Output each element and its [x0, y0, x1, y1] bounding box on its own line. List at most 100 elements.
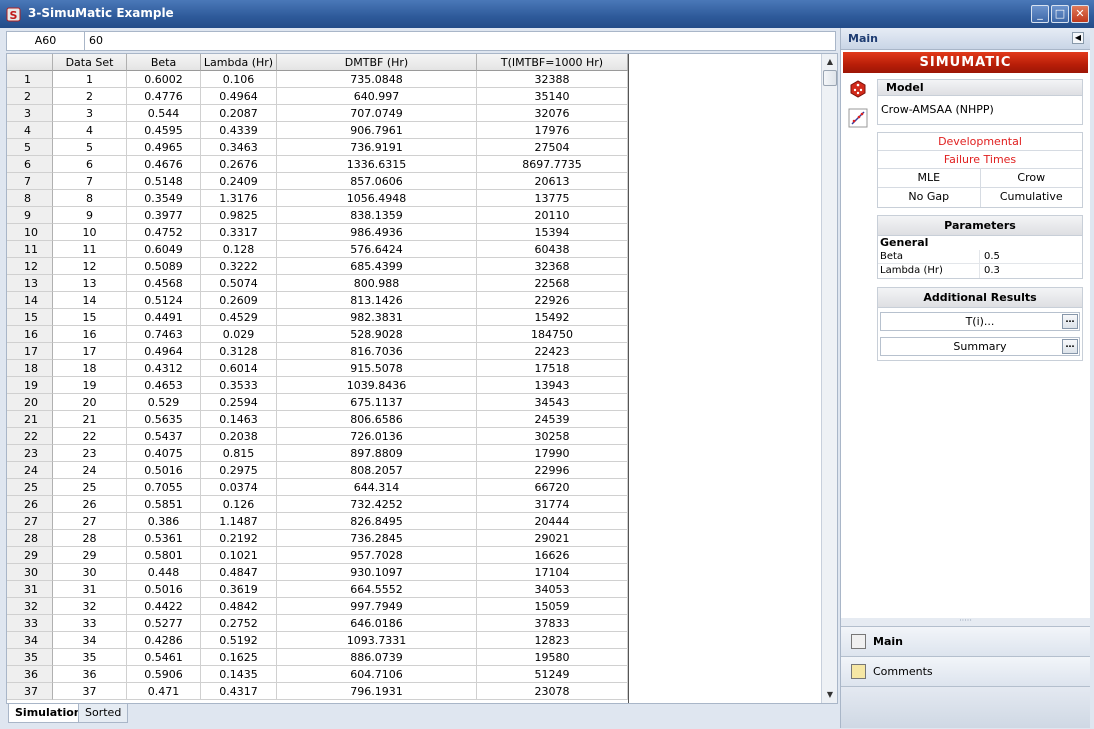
- grid-cell[interactable]: 0.4842: [201, 598, 277, 615]
- grid-cell[interactable]: 1.3176: [201, 190, 277, 207]
- tab-sorted[interactable]: Sorted: [78, 704, 129, 723]
- option-mle[interactable]: MLE: [878, 169, 980, 187]
- summary-field[interactable]: Summary …: [880, 337, 1080, 356]
- column-header[interactable]: Data Set: [53, 54, 127, 71]
- row-header[interactable]: 3: [7, 105, 53, 122]
- grid-cell[interactable]: 31774: [477, 496, 628, 513]
- grid-cell[interactable]: 27504: [477, 139, 628, 156]
- grid-cell[interactable]: 0.9825: [201, 207, 277, 224]
- grid-cell[interactable]: 4: [53, 122, 127, 139]
- row-header[interactable]: 20: [7, 394, 53, 411]
- grid-cell[interactable]: 0.4317: [201, 683, 277, 700]
- grid-cell[interactable]: 19: [53, 377, 127, 394]
- row-header[interactable]: 11: [7, 241, 53, 258]
- grid-cell[interactable]: 0.4595: [127, 122, 201, 139]
- row-header[interactable]: 5: [7, 139, 53, 156]
- row-header[interactable]: 16: [7, 326, 53, 343]
- option-crow[interactable]: Crow: [979, 169, 1083, 187]
- row-header[interactable]: 21: [7, 411, 53, 428]
- grid-cell[interactable]: 0.5074: [201, 275, 277, 292]
- grid-cell[interactable]: 0.5277: [127, 615, 201, 632]
- collapse-panel-icon[interactable]: ◀: [1072, 32, 1084, 44]
- scroll-down-icon[interactable]: ▼: [825, 690, 835, 700]
- grid-cell[interactable]: 0.6049: [127, 241, 201, 258]
- grid-cell[interactable]: 6: [53, 156, 127, 173]
- grid-cell[interactable]: 20613: [477, 173, 628, 190]
- grid-cell[interactable]: 800.988: [277, 275, 477, 292]
- grid-cell[interactable]: 36: [53, 666, 127, 683]
- grid-cell[interactable]: 21: [53, 411, 127, 428]
- grid-cell[interactable]: 12: [53, 258, 127, 275]
- grid-cell[interactable]: 23: [53, 445, 127, 462]
- grid-cell[interactable]: 930.1097: [277, 564, 477, 581]
- grid-cell[interactable]: 27: [53, 513, 127, 530]
- grid-cell[interactable]: 15492: [477, 309, 628, 326]
- grid-cell[interactable]: 9: [53, 207, 127, 224]
- grid-cell[interactable]: 17: [53, 343, 127, 360]
- row-header[interactable]: 33: [7, 615, 53, 632]
- grid-cell[interactable]: 982.3831: [277, 309, 477, 326]
- grid-cell[interactable]: 0.2038: [201, 428, 277, 445]
- grid-cell[interactable]: 7: [53, 173, 127, 190]
- grid-cell[interactable]: 17990: [477, 445, 628, 462]
- grid-cell[interactable]: 857.0606: [277, 173, 477, 190]
- grid-cell[interactable]: 0.1021: [201, 547, 277, 564]
- ellipsis-icon[interactable]: …: [1062, 314, 1078, 329]
- row-header[interactable]: 7: [7, 173, 53, 190]
- grid-cell[interactable]: 22: [53, 428, 127, 445]
- grid-cell[interactable]: 0.5851: [127, 496, 201, 513]
- grid-cell[interactable]: 0.0374: [201, 479, 277, 496]
- vertical-scrollbar[interactable]: ▲ ▼: [821, 54, 837, 703]
- grid-cell[interactable]: 816.7036: [277, 343, 477, 360]
- grid-cell[interactable]: 0.5437: [127, 428, 201, 445]
- grid-cell[interactable]: 576.6424: [277, 241, 477, 258]
- grid-cell[interactable]: 22996: [477, 462, 628, 479]
- grid-cell[interactable]: 12823: [477, 632, 628, 649]
- maximize-button[interactable]: □: [1051, 5, 1069, 23]
- option-developmental[interactable]: Developmental: [878, 133, 1082, 151]
- grid-cell[interactable]: 0.2594: [201, 394, 277, 411]
- grid-cell[interactable]: 0.4529: [201, 309, 277, 326]
- grid-cell[interactable]: 29: [53, 547, 127, 564]
- column-header[interactable]: T(IMTBF=1000 Hr): [477, 54, 628, 71]
- grid-cell[interactable]: 0.4312: [127, 360, 201, 377]
- grid-cell[interactable]: 0.6002: [127, 71, 201, 88]
- grid-cell[interactable]: 735.0848: [277, 71, 477, 88]
- scroll-thumb[interactable]: [823, 70, 837, 86]
- grid-cell[interactable]: 0.106: [201, 71, 277, 88]
- grid-cell[interactable]: 18: [53, 360, 127, 377]
- grid-cell[interactable]: 732.4252: [277, 496, 477, 513]
- option-no-gap[interactable]: No Gap: [878, 188, 980, 207]
- row-header[interactable]: 8: [7, 190, 53, 207]
- grid-cell[interactable]: 28: [53, 530, 127, 547]
- row-header[interactable]: 28: [7, 530, 53, 547]
- grid-cell[interactable]: 664.5552: [277, 581, 477, 598]
- grid-cell[interactable]: 0.2192: [201, 530, 277, 547]
- grid-cell[interactable]: 0.1463: [201, 411, 277, 428]
- grid-cell[interactable]: 0.448: [127, 564, 201, 581]
- grid-cell[interactable]: 34543: [477, 394, 628, 411]
- grid-cell[interactable]: 8697.7735: [477, 156, 628, 173]
- grid-cell[interactable]: 184750: [477, 326, 628, 343]
- grid-cell[interactable]: 0.3549: [127, 190, 201, 207]
- grid-cell[interactable]: 66720: [477, 479, 628, 496]
- grid-cell[interactable]: 20444: [477, 513, 628, 530]
- panel-splitter[interactable]: ·····: [841, 617, 1090, 626]
- grid-cell[interactable]: 34: [53, 632, 127, 649]
- grid-cell[interactable]: 0.3222: [201, 258, 277, 275]
- row-header[interactable]: 9: [7, 207, 53, 224]
- grid-cell[interactable]: 1056.4948: [277, 190, 477, 207]
- grid-cell[interactable]: 997.7949: [277, 598, 477, 615]
- grid-cell[interactable]: 0.2609: [201, 292, 277, 309]
- grid-cell[interactable]: 51249: [477, 666, 628, 683]
- grid-cell[interactable]: 675.1137: [277, 394, 477, 411]
- grid-cell[interactable]: 726.0136: [277, 428, 477, 445]
- grid-cell[interactable]: 0.2975: [201, 462, 277, 479]
- grid-cell[interactable]: 0.2409: [201, 173, 277, 190]
- close-button[interactable]: ✕: [1071, 5, 1089, 23]
- grid-cell[interactable]: 0.2087: [201, 105, 277, 122]
- grid-cell[interactable]: 0.128: [201, 241, 277, 258]
- grid-cell[interactable]: 0.4964: [127, 343, 201, 360]
- grid-cell[interactable]: 0.4568: [127, 275, 201, 292]
- grid-cell[interactable]: 20110: [477, 207, 628, 224]
